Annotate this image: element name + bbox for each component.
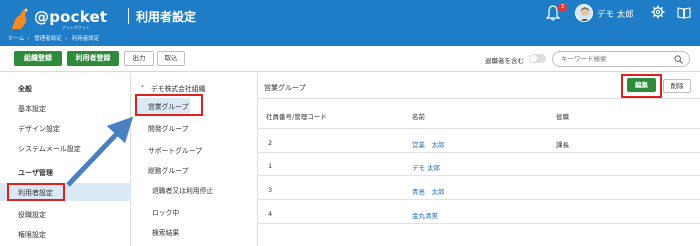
cell-id: 3 — [268, 186, 273, 194]
header-divider — [128, 8, 129, 24]
cell-name-link[interactable]: 金丸清美 — [412, 210, 438, 220]
cell-name-link[interactable]: 営業 太郎 — [412, 139, 445, 149]
tree-item-dev[interactable]: 開発グループ — [148, 123, 188, 133]
cell-position: 課長 — [556, 141, 569, 149]
sidebar-item-permissions[interactable]: 権限設定 — [18, 230, 46, 240]
app-logo[interactable]: @pocket アットポケット — [8, 5, 128, 31]
row-divider — [258, 152, 700, 153]
help-book-icon[interactable] — [677, 6, 691, 19]
user-register-button[interactable]: 利用者登録 — [67, 51, 119, 66]
tree-item-search-results[interactable]: 検索結果 — [152, 227, 179, 237]
user-name: デモ 太郎 — [597, 10, 634, 20]
column-header-id: 社員番号/管理コード — [266, 113, 327, 121]
user-avatar-icon — [576, 5, 592, 21]
tree-item-locked[interactable]: ロック中 — [152, 207, 179, 217]
brand-name: @pocket — [34, 8, 108, 26]
sidebar-item-system-mail[interactable]: システムメール設定 — [18, 144, 81, 154]
avatar — [575, 4, 593, 22]
include-retired-toggle[interactable] — [529, 54, 546, 63]
row-divider — [258, 199, 700, 200]
include-retired-label: 退職者を含む — [485, 57, 524, 65]
bulk-register-button[interactable]: 組織登録 — [14, 51, 62, 66]
row-divider — [258, 223, 700, 224]
tree-item-general-affairs[interactable]: 総務グループ — [148, 165, 188, 175]
cell-name-link[interactable]: 青島 太郎 — [412, 186, 445, 196]
column-header-name: 名前 — [412, 113, 425, 121]
notification-badge: 3 — [558, 3, 567, 12]
page-title: 利用者設定 — [136, 10, 197, 24]
cell-id: 2 — [268, 139, 273, 147]
highlight-box-sales-group — [135, 94, 203, 116]
cell-name-link[interactable]: デモ 太郎 — [412, 162, 440, 172]
row-divider — [258, 175, 700, 176]
sidebar-heading-general: 全般 — [18, 85, 32, 93]
sidebar-item-basic[interactable]: 基本設定 — [18, 104, 46, 114]
breadcrumb-item-home[interactable]: ホーム — [8, 36, 24, 42]
search-icon[interactable] — [674, 55, 683, 64]
tree-item-retired[interactable]: 退職者又は利用停止 — [152, 185, 213, 195]
delete-button[interactable]: 削除 — [663, 79, 691, 93]
brand-subtitle: アットポケット — [62, 25, 90, 30]
breadcrumb-item-current: 利用者設定 — [71, 36, 100, 42]
sidebar-item-positions[interactable]: 役職設定 — [18, 210, 46, 220]
highlight-box-users — [7, 183, 65, 201]
chevron-down-icon[interactable]: ⌄ — [140, 82, 145, 89]
cell-id: 4 — [268, 210, 273, 218]
keyword-search[interactable] — [552, 51, 690, 67]
kangaroo-logo-icon — [12, 8, 28, 29]
tree-root[interactable]: デモ株式会社組織 — [151, 83, 205, 93]
import-button[interactable]: 取込 — [157, 51, 185, 66]
group-title: 営業グループ — [264, 84, 306, 92]
breadcrumb-item-admin[interactable]: 管理者設定 — [34, 36, 62, 42]
tree-item-support[interactable]: サポートグループ — [148, 145, 202, 155]
search-input[interactable] — [561, 54, 669, 64]
sidebar-heading-user-mgmt: ユーザ管理 — [18, 169, 53, 177]
sidebar-item-design[interactable]: デザイン設定 — [18, 124, 60, 134]
row-divider — [258, 128, 700, 129]
column-header-position: 役職 — [556, 113, 569, 121]
highlight-box-edit — [621, 74, 662, 98]
app-header: @pocket アットポケット 利用者設定 ホーム › 管理者設定 › 利用者設定 … — [0, 0, 700, 46]
gear-icon[interactable] — [651, 5, 665, 19]
toolbar: 組織登録 利用者登録 出力 取込 退職者を含む — [0, 46, 700, 72]
cell-id: 1 — [268, 162, 273, 170]
settings-sidebar — [0, 73, 131, 246]
breadcrumb: ホーム › 管理者設定 › 利用者設定 — [8, 36, 100, 42]
export-button[interactable]: 出力 — [124, 51, 154, 66]
